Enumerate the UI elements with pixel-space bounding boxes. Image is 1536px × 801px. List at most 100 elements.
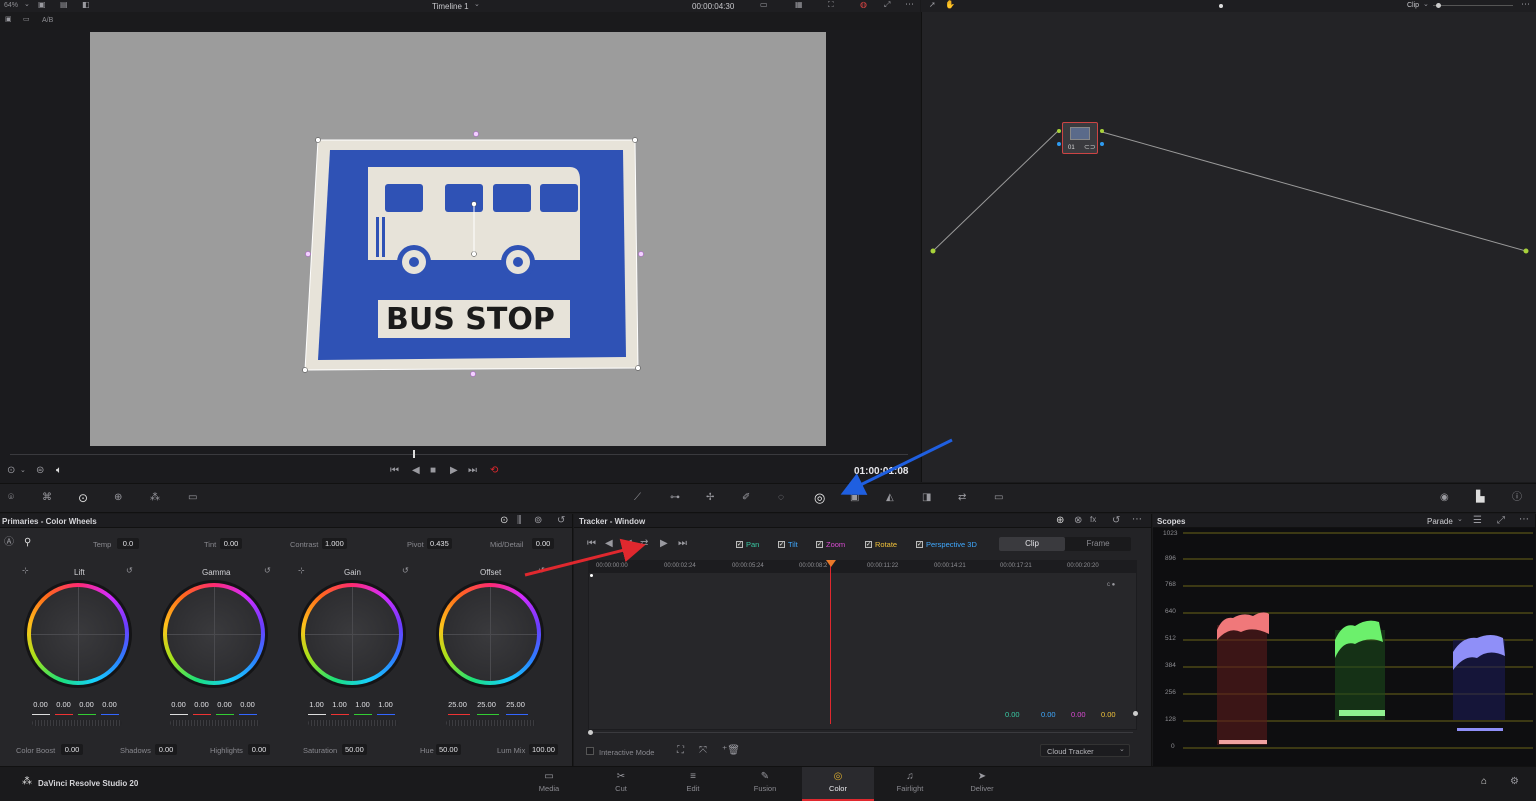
clip-tab[interactable]: Clip [999,537,1065,551]
gain-y[interactable]: 1.00 [306,700,327,709]
wipe-icon[interactable]: ⛶ [828,1,834,9]
graph-zoom-icon[interactable]: c ● [1107,582,1115,588]
move-point-icon[interactable]: ⤧ [699,746,707,756]
window-icon[interactable]: ◌ [778,493,784,503]
offset-r[interactable]: 25.00 [444,700,471,709]
ab-label[interactable]: A/B [42,17,53,24]
stop-icon[interactable]: ■ [430,466,436,476]
reset-icon[interactable]: ↺ [126,567,133,575]
track-reverse-icon[interactable]: ◀ [624,539,632,549]
still-icon[interactable]: ▭ [23,16,30,23]
loop-playback-icon[interactable]: ⟲ [490,466,498,476]
blur-icon[interactable]: ◭ [886,493,894,503]
pan-option[interactable]: ✓ Pan [736,540,759,549]
color-warper-icon[interactable]: ⊶ [670,493,680,503]
scrubber-track[interactable] [10,454,908,455]
slider-handle[interactable] [1436,3,1441,8]
viewer-options-icon[interactable]: ⊙ [7,466,15,476]
single-viewer-icon[interactable]: ▣ [38,1,46,9]
lift-r[interactable]: 0.00 [53,700,74,709]
tracker-ruler[interactable]: 00:00:00:00 00:00:02:24 00:00:05:24 00:0… [588,560,1137,572]
more-options-icon[interactable]: ⋯ [905,0,914,9]
expand-icon[interactable]: ⤢ [1497,516,1505,526]
viewer-mode-icon[interactable]: ▭ [760,1,768,9]
rotate-option[interactable]: ✓ Rotate [865,540,897,549]
node-output-key[interactable] [1100,142,1104,146]
fullscreen-icon[interactable]: ⤢ [884,1,890,9]
highlight-icon[interactable]: ◍ [860,1,867,9]
page-media[interactable]: ▭ Media [513,767,585,801]
split-viewer-icon[interactable]: ▤ [60,1,68,9]
more-options-icon[interactable]: ⋯ [1132,515,1142,525]
magic-mask-icon[interactable]: ▣ [850,493,859,503]
page-dot-icon[interactable] [1219,4,1223,8]
page-fairlight[interactable]: ♫ Fairlight [874,767,946,801]
gain-r[interactable]: 1.00 [329,700,350,709]
tracker-graph[interactable]: c ● 0.00 0.00 0.00 0.00 [588,572,1138,730]
color-match-icon[interactable]: ⌘ [42,493,52,503]
chevron-down-icon[interactable]: ⌄ [24,1,30,8]
gain-b[interactable]: 1.00 [375,700,396,709]
crosshair-icon[interactable]: ⊹ [298,567,305,575]
temp-field[interactable]: 0.0 [117,538,139,549]
qualifier-icon[interactable]: ✢ [706,493,714,503]
gamma-y[interactable]: 0.00 [168,700,189,709]
gamma-r[interactable]: 0.00 [191,700,212,709]
chevron-down-icon[interactable]: ⌄ [1423,1,1429,8]
offset-master-slider[interactable] [446,720,536,726]
viewer-frame[interactable]: BUS STOP [90,32,826,446]
keyframe-dot[interactable] [590,574,593,577]
3d-icon[interactable]: ▭ [994,493,1003,503]
volume-icon[interactable]: 🔈︎ [56,466,62,476]
highlights-field[interactable]: 0.00 [248,744,270,755]
node-output-rgb[interactable] [1100,129,1104,133]
page-edit[interactable]: ≡ Edit [657,767,729,801]
tracker-scrollbar[interactable] [588,730,1137,735]
go-to-start-icon[interactable]: ⏮ [390,466,399,476]
track-to-start-icon[interactable]: ⏮ [587,539,596,549]
gain-master-slider[interactable] [308,720,398,726]
reset-icon[interactable]: ↺ [557,516,565,526]
page-deliver[interactable]: ➤ Deliver [946,767,1018,801]
node-graph[interactable]: 01 ⊂⊃ [921,12,1536,482]
page-cut[interactable]: ✂ Cut [585,767,657,801]
color-node-01[interactable]: 01 ⊂⊃ [1062,122,1098,154]
bars-mode-icon[interactable]: ⫼ [517,516,522,526]
chevron-down-icon[interactable]: ⌄ [1457,516,1463,523]
tracker-mode-icon[interactable]: ⊕ [1056,516,1064,526]
node-input-key[interactable] [1057,142,1061,146]
page-color[interactable]: ◎ Color [802,767,874,801]
hue-field[interactable]: 50.00 [436,744,461,755]
motion-effects-icon[interactable]: ▭ [188,493,197,503]
node-zoom-slider[interactable] [1433,5,1513,6]
scope-mode[interactable]: Parade [1427,517,1453,526]
offset-wheel[interactable] [436,580,544,688]
stabilizer-icon[interactable]: ⊗ [1074,516,1082,526]
pointer-icon[interactable]: ➚ [929,1,936,9]
camera-raw-icon[interactable]: ⌾ [8,493,14,503]
lift-g[interactable]: 0.00 [76,700,97,709]
reset-icon[interactable]: ↺ [538,567,545,575]
more-options-icon[interactable]: ⋯ [1519,515,1529,525]
eyedropper-icon[interactable]: ✐ [742,493,750,503]
more-options-icon[interactable]: ⋯ [1521,0,1530,9]
hand-icon[interactable]: ✋ [945,1,955,9]
playhead-marker[interactable] [826,560,836,567]
middetail-field[interactable]: 0.00 [532,538,554,549]
zoom-option[interactable]: ✓ Zoom [816,540,845,549]
perspective-3d-option[interactable]: ✓ Perspective 3D [916,540,977,549]
track-forward-icon[interactable]: ▶ [660,539,668,549]
loop-icon[interactable]: ⊜ [36,466,44,476]
clip-info-icon[interactable]: ▦ [795,1,803,9]
chevron-down-icon[interactable]: ⌄ [20,467,26,474]
crosshair-icon[interactable]: ⊹ [22,567,29,575]
tilt-option[interactable]: ✓ Tilt [778,540,798,549]
gain-wheel[interactable] [298,580,406,688]
graph-scroll-handle[interactable] [1133,711,1138,716]
colorboost-field[interactable]: 0.00 [61,744,83,755]
tracker-playhead[interactable] [830,562,831,724]
pivot-field[interactable]: 0.435 [427,538,452,549]
reverse-icon[interactable]: ◀ [412,466,420,476]
tracker-type-dropdown[interactable]: Cloud Tracker ⌄ [1040,744,1130,757]
timeline-name[interactable]: Timeline 1 [432,2,469,11]
